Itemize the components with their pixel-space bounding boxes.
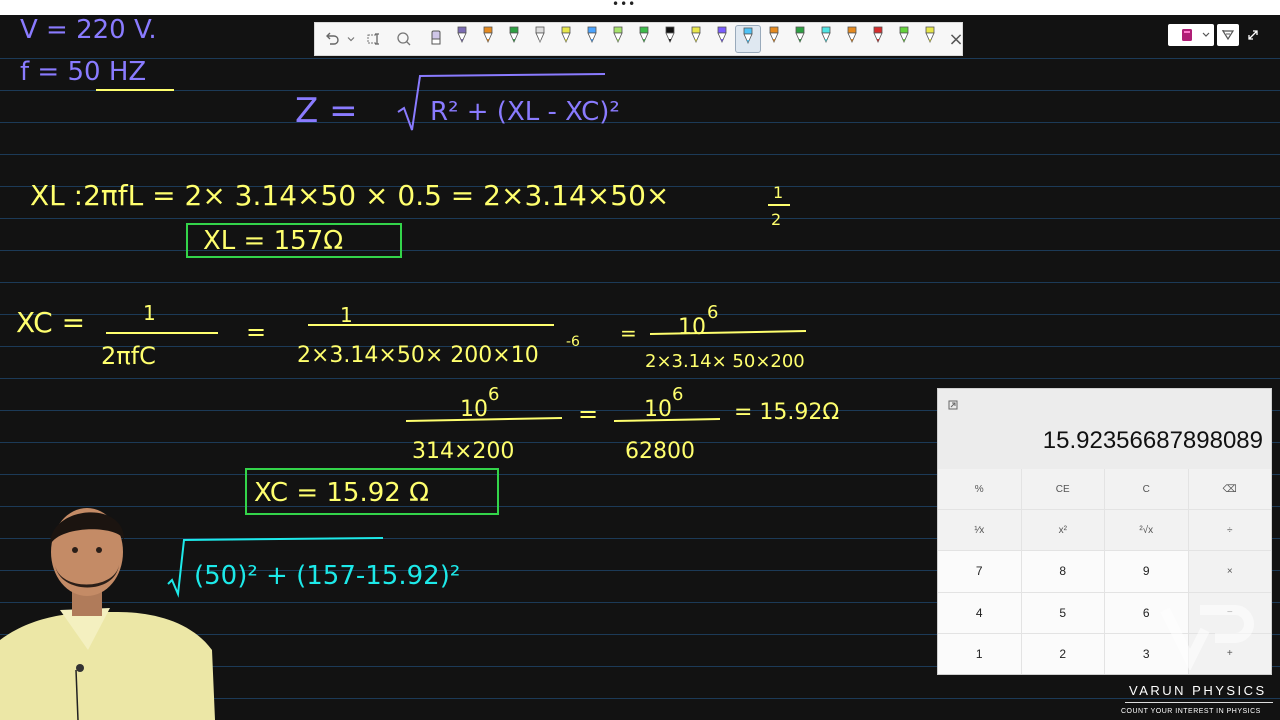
xc-eq3: = bbox=[578, 400, 598, 428]
calc-digit-key[interactable]: 9 bbox=[1105, 551, 1188, 592]
calc-digit-key[interactable]: 8 bbox=[1021, 551, 1104, 592]
inductive-reactance-eq: XL :2πfL = 2× 3.14×50 × 0.5 = 2×3.14×50× bbox=[30, 179, 669, 212]
xc-f5-bar bbox=[613, 418, 721, 422]
xc-f1-den: 2πfC bbox=[101, 342, 156, 370]
calculator-display: 15.92356687898089 bbox=[1042, 427, 1263, 454]
xc-f4-num: 10 bbox=[460, 397, 488, 422]
xc-eq1: = bbox=[246, 318, 266, 346]
xc-f3-den: 2×3.14× 50×200 bbox=[645, 351, 805, 372]
calc-digit-key[interactable]: 2 bbox=[1021, 633, 1104, 674]
xl-frac-num: 1 bbox=[773, 183, 783, 202]
xc-f2-exp: -6 bbox=[566, 334, 580, 350]
xc-f5-den: 62800 bbox=[625, 439, 695, 464]
presenter-video bbox=[0, 508, 215, 720]
frequency-text: f = 50 HZ bbox=[20, 57, 146, 87]
xc-lhs: XC = bbox=[16, 306, 85, 339]
calc-operator-key[interactable]: C bbox=[1105, 469, 1188, 510]
xc-f5-num: 10 bbox=[644, 397, 672, 422]
calc-operator-key[interactable]: × bbox=[1188, 551, 1271, 592]
impedance-rhs: R² + (XL - XC)² bbox=[430, 97, 620, 127]
calc-digit-key[interactable]: 4 bbox=[938, 592, 1021, 633]
xc-f3-num: 10 bbox=[678, 315, 706, 340]
calc-operator-key[interactable]: ¹⁄x bbox=[938, 510, 1021, 551]
xc-f2-num: 1 bbox=[340, 303, 353, 327]
xc-f5-exp: 6 bbox=[672, 384, 683, 405]
xc-eq2: = bbox=[620, 321, 637, 345]
xl-result: XL = 157Ω bbox=[203, 226, 343, 256]
keep-on-top-icon[interactable] bbox=[948, 395, 958, 414]
impedance-substitution: (50)² + (157-15.92)² bbox=[194, 561, 460, 591]
calc-digit-key[interactable]: 7 bbox=[938, 551, 1021, 592]
xc-f4-exp: 6 bbox=[488, 384, 499, 405]
calc-operator-key[interactable]: ÷ bbox=[1188, 510, 1271, 551]
xc-eq4: = 15.92Ω bbox=[734, 400, 839, 425]
calc-operator-key[interactable]: x² bbox=[1021, 510, 1104, 551]
brand-logo-watermark bbox=[1160, 605, 1254, 670]
xc-f3-exp: 6 bbox=[707, 302, 718, 323]
calc-operator-key[interactable]: % bbox=[938, 469, 1021, 510]
voltage-text: V = 220 V. bbox=[20, 15, 157, 45]
impedance-lhs: Z = bbox=[295, 91, 358, 131]
calc-operator-key[interactable]: ⌫ bbox=[1188, 469, 1271, 510]
xc-f4-den: 314×200 bbox=[412, 439, 514, 464]
brand-tagline: COUNT YOUR INTEREST IN PHYSICS bbox=[1121, 708, 1261, 715]
calc-operator-key[interactable]: CE bbox=[1021, 469, 1104, 510]
calc-operator-key[interactable]: ²√x bbox=[1105, 510, 1188, 551]
xc-f3-bar bbox=[649, 330, 807, 335]
xc-result: XC = 15.92 Ω bbox=[254, 478, 429, 508]
calc-digit-key[interactable]: 5 bbox=[1021, 592, 1104, 633]
xc-f1-num: 1 bbox=[143, 301, 156, 325]
calc-digit-key[interactable]: 1 bbox=[938, 633, 1021, 674]
brand-underline bbox=[1125, 702, 1273, 703]
xl-frac-den: 2 bbox=[771, 210, 781, 229]
brand-title: VARUN PHYSICS bbox=[1129, 683, 1267, 698]
xc-f2-den: 2×3.14×50× 200×10 bbox=[297, 343, 539, 368]
